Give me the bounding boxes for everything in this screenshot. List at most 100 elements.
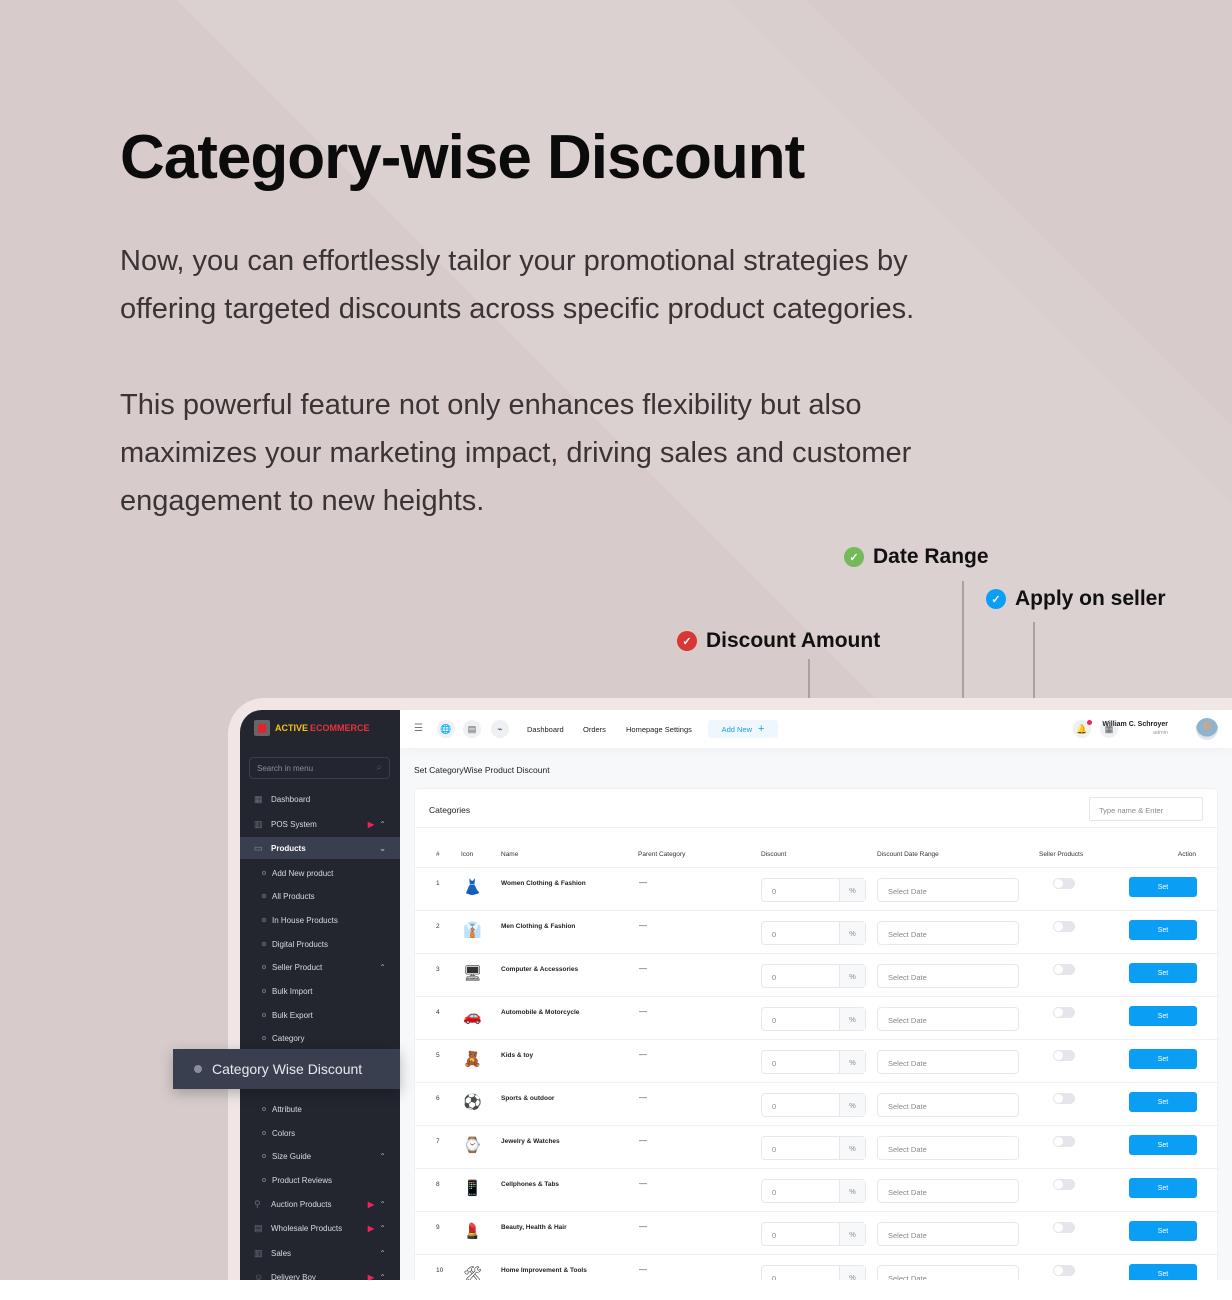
parent-category: — <box>639 878 647 887</box>
set-button[interactable]: Set <box>1129 877 1197 897</box>
sidebar-item-in-house-products[interactable]: In House Products <box>240 909 400 931</box>
sidebar-item-bulk-import[interactable]: Bulk Import <box>240 980 400 1002</box>
date-range-input[interactable]: Select Date <box>877 1050 1019 1074</box>
date-range-input[interactable]: Select Date <box>877 1136 1019 1160</box>
hero-title: Category-wise Discount <box>120 123 805 192</box>
column-header: Discount Date Range <box>877 851 939 858</box>
date-placeholder: Select Date <box>888 1059 927 1068</box>
set-button[interactable]: Set <box>1129 963 1197 983</box>
chart-icon: ▥ <box>254 1247 263 1258</box>
category-name: Cellphones & Tabs <box>501 1181 560 1188</box>
addon-icon: ▶ <box>367 1223 374 1233</box>
hero-paragraph-1: Now, you can effortlessly tailor your pr… <box>120 245 915 325</box>
discount-input[interactable]: 0% <box>761 1179 866 1203</box>
date-range-input[interactable]: Select Date <box>877 964 1019 988</box>
date-range-input[interactable]: Select Date <box>877 878 1019 902</box>
sidebar-search-input[interactable]: Search in menu ⌕ <box>249 757 390 779</box>
seller-products-toggle[interactable] <box>1053 964 1075 975</box>
seller-products-toggle[interactable] <box>1053 878 1075 889</box>
seller-products-toggle[interactable] <box>1053 1007 1075 1018</box>
sidebar-item-products[interactable]: ▭ Products ⌄ <box>240 837 400 859</box>
set-button[interactable]: Set <box>1129 1092 1197 1112</box>
sidebar-item-category[interactable]: Category <box>240 1027 400 1049</box>
sidebar-item-category-wise-discount[interactable]: Category Wise Discount <box>173 1049 400 1089</box>
seller-products-toggle[interactable] <box>1053 1136 1075 1147</box>
seller-products-toggle[interactable] <box>1053 1265 1075 1276</box>
set-button[interactable]: Set <box>1129 1006 1197 1026</box>
check-icon: ✓ <box>844 547 864 567</box>
nav-orders[interactable]: Orders <box>583 725 606 734</box>
sidebar-item-bulk-export[interactable]: Bulk Export <box>240 1004 400 1026</box>
categories-card: Categories Type name & Enter # Icon Name Pa… <box>414 788 1219 1280</box>
sidebar-item-sales[interactable]: ▥ Sales ⌃ <box>240 1242 400 1264</box>
sidebar-item-pos-system[interactable]: ▥ POS System ▶ ⌃ <box>240 813 400 835</box>
nav-homepage-settings[interactable]: Homepage Settings <box>626 725 692 734</box>
sidebar-item-all-products[interactable]: All Products <box>240 885 400 907</box>
sidebar-item-label: POS System <box>271 819 317 829</box>
discount-value: 0 <box>772 887 777 896</box>
chevron-up-icon: ⌃ <box>379 1248 386 1258</box>
callout-line <box>808 659 810 701</box>
sidebar-item-auction-products[interactable]: ⚲ Auction Products ▶ ⌃ <box>240 1193 400 1215</box>
discount-input[interactable]: 0% <box>761 1265 866 1280</box>
seller-products-toggle[interactable] <box>1053 921 1075 932</box>
discount-input[interactable]: 0% <box>761 921 866 945</box>
sidebar-item-digital-products[interactable]: Digital Products <box>240 933 400 955</box>
discount-value: 0 <box>772 1059 777 1068</box>
sidebar-item-seller-product[interactable]: Seller Product ⌃ <box>240 956 400 978</box>
clear-cache-icon[interactable]: ⌁ <box>491 720 509 738</box>
sidebar-item-attribute[interactable]: Attribute <box>240 1098 400 1120</box>
bullet-icon <box>262 894 266 898</box>
discount-input[interactable]: 0% <box>761 1007 866 1031</box>
date-range-input[interactable]: Select Date <box>877 1265 1019 1280</box>
sidebar-item-wholesale-products[interactable]: ▤ Wholesale Products ▶ ⌃ <box>240 1217 400 1239</box>
user-role: admin <box>1153 730 1168 736</box>
category-search-input[interactable]: Type name & Enter <box>1089 797 1203 821</box>
menu-toggle-icon[interactable]: ☰ <box>414 723 423 734</box>
discount-input[interactable]: 0% <box>761 1050 866 1074</box>
sidebar-item-colors[interactable]: Colors <box>240 1122 400 1144</box>
seller-products-toggle[interactable] <box>1053 1093 1075 1104</box>
set-button[interactable]: Set <box>1129 1049 1197 1069</box>
date-range-input[interactable]: Select Date <box>877 1222 1019 1246</box>
table-row: 7 ⌚ Jewelry & Watches — 0% Select Date S… <box>415 1125 1219 1168</box>
seller-products-toggle[interactable] <box>1053 1179 1075 1190</box>
set-button[interactable]: Set <box>1129 1221 1197 1241</box>
set-button[interactable]: Set <box>1129 1264 1197 1280</box>
date-range-input[interactable]: Select Date <box>877 921 1019 945</box>
row-number: 1 <box>436 880 440 887</box>
category-name: Automobile & Motorcycle <box>501 1009 580 1016</box>
set-button[interactable]: Set <box>1129 1178 1197 1198</box>
sidebar-item-label: Dashboard <box>271 794 311 804</box>
date-placeholder: Select Date <box>888 1231 927 1240</box>
logo-text: ACTIVE <box>275 723 309 733</box>
sidebar-item-size-guide[interactable]: Size Guide ⌃ <box>240 1145 400 1167</box>
discount-input[interactable]: 0% <box>761 878 866 902</box>
add-new-button[interactable]: Add New + <box>708 720 778 738</box>
sidebar-item-product-reviews[interactable]: Product Reviews <box>240 1169 400 1191</box>
sidebar-item-delivery-boy[interactable]: ☺ Delivery Boy ▶ ⌃ <box>240 1266 400 1280</box>
user-info[interactable]: William C. Schroyer admin <box>1102 721 1168 736</box>
set-button[interactable]: Set <box>1129 920 1197 940</box>
discount-input[interactable]: 0% <box>761 964 866 988</box>
globe-icon[interactable]: 🌐 <box>437 720 455 738</box>
discount-input[interactable]: 0% <box>761 1136 866 1160</box>
date-placeholder: Select Date <box>888 1188 927 1197</box>
column-header: Parent Category <box>638 851 686 858</box>
nav-dashboard[interactable]: Dashboard <box>527 725 564 734</box>
dress-icon: 👗 <box>463 879 482 896</box>
sidebar-item-label: Seller Product <box>272 962 323 972</box>
discount-input[interactable]: 0% <box>761 1222 866 1246</box>
set-button[interactable]: Set <box>1129 1135 1197 1155</box>
chevron-up-icon: ⌃ <box>379 1199 386 1209</box>
date-range-input[interactable]: Select Date <box>877 1179 1019 1203</box>
sidebar-item-add-new-product[interactable]: Add New product <box>240 862 400 884</box>
discount-input[interactable]: 0% <box>761 1093 866 1117</box>
date-range-input[interactable]: Select Date <box>877 1093 1019 1117</box>
date-range-input[interactable]: Select Date <box>877 1007 1019 1031</box>
seller-products-toggle[interactable] <box>1053 1050 1075 1061</box>
pos-icon[interactable]: ▤ <box>463 720 481 738</box>
seller-products-toggle[interactable] <box>1053 1222 1075 1233</box>
sidebar-item-dashboard[interactable]: ▦ Dashboard <box>240 788 400 810</box>
avatar[interactable] <box>1196 718 1218 740</box>
